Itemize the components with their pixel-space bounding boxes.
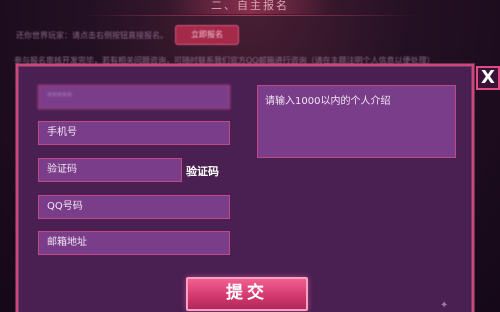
section-divider	[80, 15, 420, 16]
intro-textarea[interactable]: 请输入1000以内的个人介绍	[257, 85, 456, 158]
background-note: 还你世界玩家：请点击右侧按钮直接报名。	[16, 31, 168, 40]
qq-field[interactable]: QQ号码	[38, 195, 230, 219]
register-button[interactable]: 立即报名	[175, 25, 239, 45]
email-field[interactable]: 邮箱地址	[38, 231, 230, 255]
name-field[interactable]: *****	[38, 85, 230, 109]
submit-button[interactable]: 提交	[186, 277, 308, 311]
get-code-button[interactable]: 验证码	[186, 163, 219, 179]
close-button[interactable]: X	[476, 66, 500, 90]
decorative-mark-icon: ✦	[440, 300, 449, 311]
verification-code-field[interactable]: 验证码	[38, 158, 182, 182]
phone-field[interactable]: 手机号	[38, 121, 230, 145]
section-title: 二、自主报名	[170, 0, 330, 14]
